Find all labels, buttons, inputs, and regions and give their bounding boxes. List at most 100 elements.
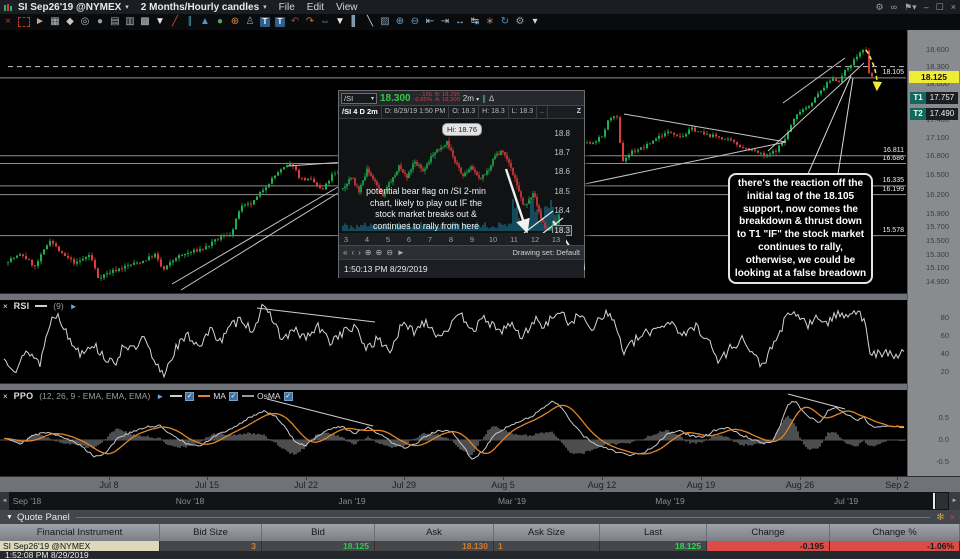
text-tool-icon[interactable]: T [260, 17, 270, 27]
inset-pointer-icon[interactable]: ► [397, 248, 405, 257]
triangle-tool-icon[interactable]: ▲ [200, 16, 210, 28]
scroll-left-button[interactable]: ◄ [0, 492, 9, 510]
layout-grid-icon[interactable]: ▩ [140, 16, 150, 28]
price-axis[interactable]: 18.60018.30018.00017.70017.40017.10016.8… [907, 30, 960, 476]
compress-left-icon[interactable]: ⇤ [425, 16, 435, 28]
pin-icon[interactable]: ⚑▾ [904, 2, 917, 13]
textbox-tool-icon[interactable]: T [275, 17, 285, 27]
wrench-icon[interactable]: ⚙ [515, 16, 525, 28]
line-slash-icon[interactable]: ╲ [365, 16, 375, 28]
inset-time-label: 8 [448, 235, 454, 244]
scroll-right-button[interactable]: ► [949, 492, 960, 510]
menu-edit[interactable]: Edit [307, 2, 324, 13]
quote-table-row[interactable]: SI Sep26'19 @NYMEX 3 18.125 18.130 1 18.125 -0… [0, 541, 960, 551]
stamp-tool-icon[interactable]: ◆ [65, 16, 75, 28]
pointer-tool-icon[interactable]: ► [35, 16, 45, 28]
inset-candle-icon[interactable]: ∥ [482, 94, 486, 103]
timeframe-caret-icon[interactable]: ▾ [263, 3, 267, 11]
select-region-icon[interactable] [18, 17, 30, 27]
rsi-cursor-icon[interactable]: ► [70, 302, 78, 311]
shift-scale-icon[interactable]: ↹ [470, 16, 480, 28]
snapshot-icon[interactable]: ▥ [125, 16, 135, 28]
scrollbar-divider[interactable] [933, 493, 935, 509]
rsi-close-button[interactable]: × [3, 302, 8, 311]
zoom-out-icon[interactable]: ⊖ [410, 16, 420, 28]
legend-checkbox[interactable]: ✓ [228, 391, 238, 401]
inset-date: D: 8/29/19 1:50 PM [382, 106, 450, 118]
ellipse-tool-icon[interactable]: ● [95, 16, 105, 28]
menu-file[interactable]: File [279, 2, 295, 13]
zoom-in-icon[interactable]: ⊕ [395, 16, 405, 28]
inset-zoom-out-icon[interactable]: ⊖ [386, 248, 393, 257]
timeframe-button[interactable]: 2 Months/Hourly candles [141, 2, 259, 13]
quote-collapse-caret[interactable]: ▼ [6, 514, 13, 521]
circle-tool-icon[interactable]: ◎ [80, 16, 90, 28]
inset-time-label: 6 [406, 235, 412, 244]
dropdown-arrow-icon[interactable]: ▼ [155, 16, 165, 28]
inset-zoom-in-icon[interactable]: ⊕ [376, 248, 383, 257]
inset-next-icon[interactable]: › [358, 248, 361, 257]
crosshair-tool-icon[interactable]: ⊕ [230, 16, 240, 28]
inset-chart-window[interactable]: /SI ▾ 18.300 -.156 -0.85% B: 18.295 A: 1… [338, 90, 585, 278]
quote-settings-icon[interactable]: ✻ [936, 512, 944, 523]
inset-timeframe-dropdown[interactable]: 2m ▾ [463, 94, 479, 103]
trendline-tool-icon[interactable]: ╱ [170, 16, 180, 28]
figure-tool-icon[interactable]: ♙ [245, 16, 255, 28]
inset-back-icon[interactable]: « [343, 248, 347, 257]
grid-icon[interactable]: ▦ [50, 16, 60, 28]
chart-scrollbar[interactable]: ◄ ► Sep '18 Nov '18 Jan '19 Mar '19 May '19 J… [0, 492, 960, 510]
candlestick-tool-icon[interactable]: ∥ [185, 16, 195, 28]
dropdown-arrow3-icon[interactable]: ▾ [530, 16, 540, 28]
inset-drawing-set[interactable]: Drawing set: Default [512, 248, 580, 257]
ppo-close-button[interactable]: × [3, 392, 8, 401]
close-icon[interactable]: × [951, 2, 956, 12]
maximize-icon[interactable]: ☐ [936, 2, 944, 13]
level-price-label: 16.811 [883, 146, 904, 154]
quote-column-header[interactable]: Ask [375, 524, 494, 541]
expand-horizontal-icon[interactable]: ↔ [455, 16, 465, 28]
date-axis[interactable]: Jul 8 Jul 15 Jul 22 Jul 29 Aug 5 Aug 12 Aug 19… [0, 476, 960, 492]
ppo-cursor-icon[interactable]: ► [156, 392, 164, 401]
compress-right-icon[interactable]: ⇥ [440, 16, 450, 28]
price-tick: 14.900 [926, 277, 949, 287]
quote-column-header[interactable]: Bid Size [160, 524, 262, 541]
inset-symbol-dropdown[interactable]: /SI ▾ [341, 92, 377, 104]
quote-column-header[interactable]: Last [600, 524, 707, 541]
symbol-button[interactable]: SI Sep26'19 @NYMEX [18, 2, 121, 13]
symbol-caret-icon[interactable]: ▾ [125, 3, 129, 11]
legend-checkbox[interactable]: ✓ [283, 391, 293, 401]
gear-icon[interactable]: ⚙ [876, 2, 884, 13]
undo-icon[interactable]: ↶ [290, 16, 300, 28]
dropdown-arrow2-icon[interactable]: ▼ [335, 16, 345, 28]
scrollbar-month-label: Jan '19 [338, 496, 366, 506]
hand-tool-icon[interactable]: ∗ [485, 16, 495, 28]
inset-compress-icon[interactable]: Z [574, 106, 584, 118]
menu-view[interactable]: View [336, 2, 358, 13]
target-label-badge: T1 [910, 92, 926, 105]
scrollbar-thumb[interactable] [936, 493, 948, 509]
quote-close-icon[interactable]: × [949, 512, 955, 523]
minimize-icon[interactable]: – [924, 2, 929, 12]
delete-tool-icon[interactable]: × [3, 16, 13, 28]
panel-tool-icon[interactable]: ▌ [350, 16, 360, 28]
quote-column-header[interactable]: Financial Instrument [0, 524, 160, 541]
inset-flask-icon[interactable]: ∆ [489, 94, 494, 103]
quote-column-header[interactable]: Change % [830, 524, 960, 541]
link-icon[interactable]: ∞ [891, 2, 897, 12]
image-icon[interactable]: ▤ [110, 16, 120, 28]
quote-column-header[interactable]: Change [707, 524, 830, 541]
pan-arrow-icon[interactable]: ⇔ [320, 16, 330, 28]
redo-icon[interactable]: ↷ [305, 16, 315, 28]
quote-column-header[interactable]: Bid [262, 524, 375, 541]
circle-marker-tool-icon[interactable]: ● [215, 16, 225, 28]
scrollbar-month-label: Mar '19 [497, 496, 527, 506]
scrollbar-month-label: Nov '18 [175, 496, 205, 506]
inset-move-icon[interactable]: ⊕ [365, 248, 372, 257]
quote-column-header[interactable]: Ask Size [494, 524, 600, 541]
hatch-tool-icon[interactable]: ▨ [380, 16, 390, 28]
inset-prev-icon[interactable]: ‹ [351, 248, 354, 257]
legend-checkbox[interactable]: ✓ [185, 391, 195, 401]
inset-time-label: 10 [488, 235, 498, 244]
refresh-icon[interactable]: ↻ [500, 16, 510, 28]
inset-time-axis[interactable]: 3 4 5 6 7 8 9 10 11 12 13 [339, 233, 566, 245]
